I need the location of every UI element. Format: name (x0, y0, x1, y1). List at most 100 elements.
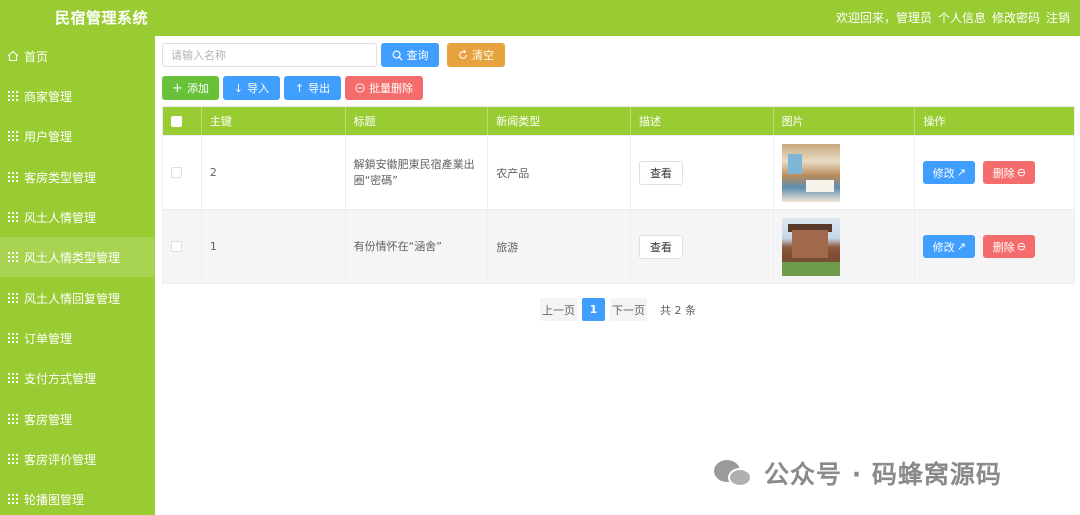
sidebar-item-merchants[interactable]: 商家管理 (0, 76, 155, 116)
sidebar-item-home[interactable]: 首页 (0, 36, 155, 76)
main-content: 查询 清空 + 添加 ↓ 导入 ↑ 导出 批量删除 主键 标题 新闻类型 描述 … (155, 36, 1080, 515)
column-header-actions: 操作 (923, 115, 946, 128)
page-number-current[interactable]: 1 (582, 298, 605, 321)
change-password-link[interactable]: 修改密码 (992, 9, 1040, 26)
home-icon (7, 50, 19, 62)
grid-icon (7, 171, 19, 183)
edit-icon: ↗ (956, 166, 966, 179)
sidebar-item-label: 风土人情类型管理 (24, 250, 121, 265)
clear-button[interactable]: 清空 (447, 43, 505, 67)
search-input[interactable] (162, 43, 377, 67)
batch-delete-button[interactable]: 批量删除 (345, 76, 423, 100)
plus-icon: + (172, 80, 183, 96)
sidebar-item-customs[interactable]: 风土人情管理 (0, 197, 155, 237)
import-button[interactable]: ↓ 导入 (223, 76, 280, 100)
search-button[interactable]: 查询 (381, 43, 439, 67)
row-checkbox[interactable] (171, 241, 182, 252)
column-header-id: 主键 (202, 107, 346, 135)
logout-link[interactable]: 注销 (1046, 9, 1070, 26)
arrow-down-icon: ↓ (233, 81, 244, 95)
minus-circle-icon: ⊖ (1016, 166, 1026, 179)
search-icon (392, 50, 403, 61)
watermark-text: 公众号 · 码蜂窝源码 (764, 460, 1002, 489)
edit-button[interactable]: 修改 ↗ (923, 161, 976, 184)
sidebar-item-label: 支付方式管理 (24, 371, 97, 386)
add-button[interactable]: + 添加 (162, 76, 219, 100)
table-header: 主键 标题 新闻类型 描述 图片 操作 (163, 107, 1074, 135)
table-row: 1 有份情怀在“涵舍” 旅游 查看 修改 ↗ 删除 ⊖ (163, 209, 1074, 283)
table-row: 2 解鎖安徽肥東民宿產業出圈“密碼” 农产品 查看 修改 ↗ 删除 ⊖ (163, 135, 1074, 209)
delete-button[interactable]: 删除 ⊖ (983, 235, 1036, 258)
cell-type: 旅游 (488, 210, 631, 283)
sidebar-item-label: 首页 (24, 49, 49, 64)
view-button[interactable]: 查看 (638, 234, 683, 259)
edit-icon: ↗ (956, 240, 966, 253)
sidebar-item-label: 客房类型管理 (24, 170, 97, 185)
column-header-description: 描述 (631, 107, 774, 135)
export-button[interactable]: ↑ 导出 (284, 76, 341, 100)
app-title: 民宿管理系统 (55, 9, 149, 27)
select-all-checkbox[interactable] (171, 115, 182, 127)
cell-type: 农产品 (488, 136, 631, 209)
grid-icon (7, 130, 19, 142)
edit-button-label: 修改 (932, 166, 955, 180)
view-button[interactable]: 查看 (638, 160, 683, 185)
edit-button-label: 修改 (932, 240, 955, 254)
column-header-image: 图片 (774, 107, 916, 135)
column-header-type: 新闻类型 (488, 107, 631, 135)
select-all-cell (163, 107, 202, 135)
sidebar-item-custom-replies[interactable]: 风土人情回复管理 (0, 278, 155, 318)
grid-icon (7, 251, 19, 263)
grid-icon (7, 90, 19, 102)
minus-circle-icon: ⊖ (1016, 240, 1026, 253)
guesthouse-exterior-photo[interactable] (781, 217, 840, 276)
arrow-up-icon: ↑ (294, 81, 305, 95)
header-user-menu: 欢迎回来，管理员 个人信息 修改密码 注销 (836, 9, 1070, 26)
sidebar-item-label: 轮播图管理 (24, 492, 85, 507)
sidebar-item-orders[interactable]: 订单管理 (0, 318, 155, 358)
delete-button[interactable]: 删除 ⊖ (983, 161, 1036, 184)
grid-icon (7, 292, 19, 304)
refresh-icon (459, 50, 467, 59)
sidebar-item-label: 风土人情管理 (24, 210, 97, 225)
wechat-icon (712, 458, 756, 488)
watermark: 公众号 · 码蜂窝源码 (712, 455, 1002, 491)
cell-title: 解鎖安徽肥東民宿產業出圈“密碼” (353, 157, 475, 187)
import-button-label: 导入 (247, 82, 270, 95)
grid-icon (7, 453, 19, 465)
grid-icon (7, 493, 19, 505)
delete-button-label: 删除 (992, 240, 1015, 254)
export-button-label: 导出 (308, 82, 331, 95)
sidebar-item-label: 风土人情回复管理 (24, 291, 121, 306)
profile-link[interactable]: 个人信息 (938, 9, 986, 26)
sidebar-item-custom-types[interactable]: 风土人情类型管理 (0, 237, 155, 277)
grid-icon (7, 372, 19, 384)
cell-id: 2 (202, 136, 346, 209)
row-checkbox[interactable] (171, 167, 182, 178)
cell-id: 1 (202, 210, 346, 283)
news-table: 主键 标题 新闻类型 描述 图片 操作 2 解鎖安徽肥東民宿產業出圈“密碼” 农… (162, 106, 1075, 284)
edit-button[interactable]: 修改 ↗ (923, 235, 976, 258)
sidebar-item-label: 商家管理 (24, 89, 73, 104)
welcome-text: 欢迎回来，管理员 (835, 11, 932, 25)
sidebar-item-users[interactable]: 用户管理 (0, 116, 155, 156)
top-header: 民宿管理系统 欢迎回来，管理员 个人信息 修改密码 注销 (0, 0, 1080, 36)
sidebar: 首页 商家管理 用户管理 客房类型管理 风土人情管理 风土人情类型管理 风土人情… (0, 36, 155, 515)
grid-icon (7, 413, 19, 425)
sidebar-item-room-reviews[interactable]: 客房评价管理 (0, 439, 155, 479)
sidebar-item-room-types[interactable]: 客房类型管理 (0, 157, 155, 197)
sidebar-item-carousel[interactable]: 轮播图管理 (0, 479, 155, 515)
column-header-title: 标题 (346, 107, 489, 135)
sidebar-item-rooms[interactable]: 客房管理 (0, 399, 155, 439)
minus-circle-icon (355, 83, 365, 93)
clear-button-label: 清空 (472, 49, 494, 62)
prev-page-button[interactable]: 上一页 (540, 298, 577, 321)
next-page-button[interactable]: 下一页 (610, 298, 647, 321)
grid-icon (7, 332, 19, 344)
sidebar-item-label: 订单管理 (24, 331, 73, 346)
sidebar-item-payment-methods[interactable]: 支付方式管理 (0, 358, 155, 398)
delete-button-label: 删除 (992, 166, 1015, 180)
cell-title: 有份情怀在“涵舍” (353, 239, 443, 253)
room-interior-photo[interactable] (781, 143, 840, 202)
search-button-label: 查询 (406, 49, 429, 62)
